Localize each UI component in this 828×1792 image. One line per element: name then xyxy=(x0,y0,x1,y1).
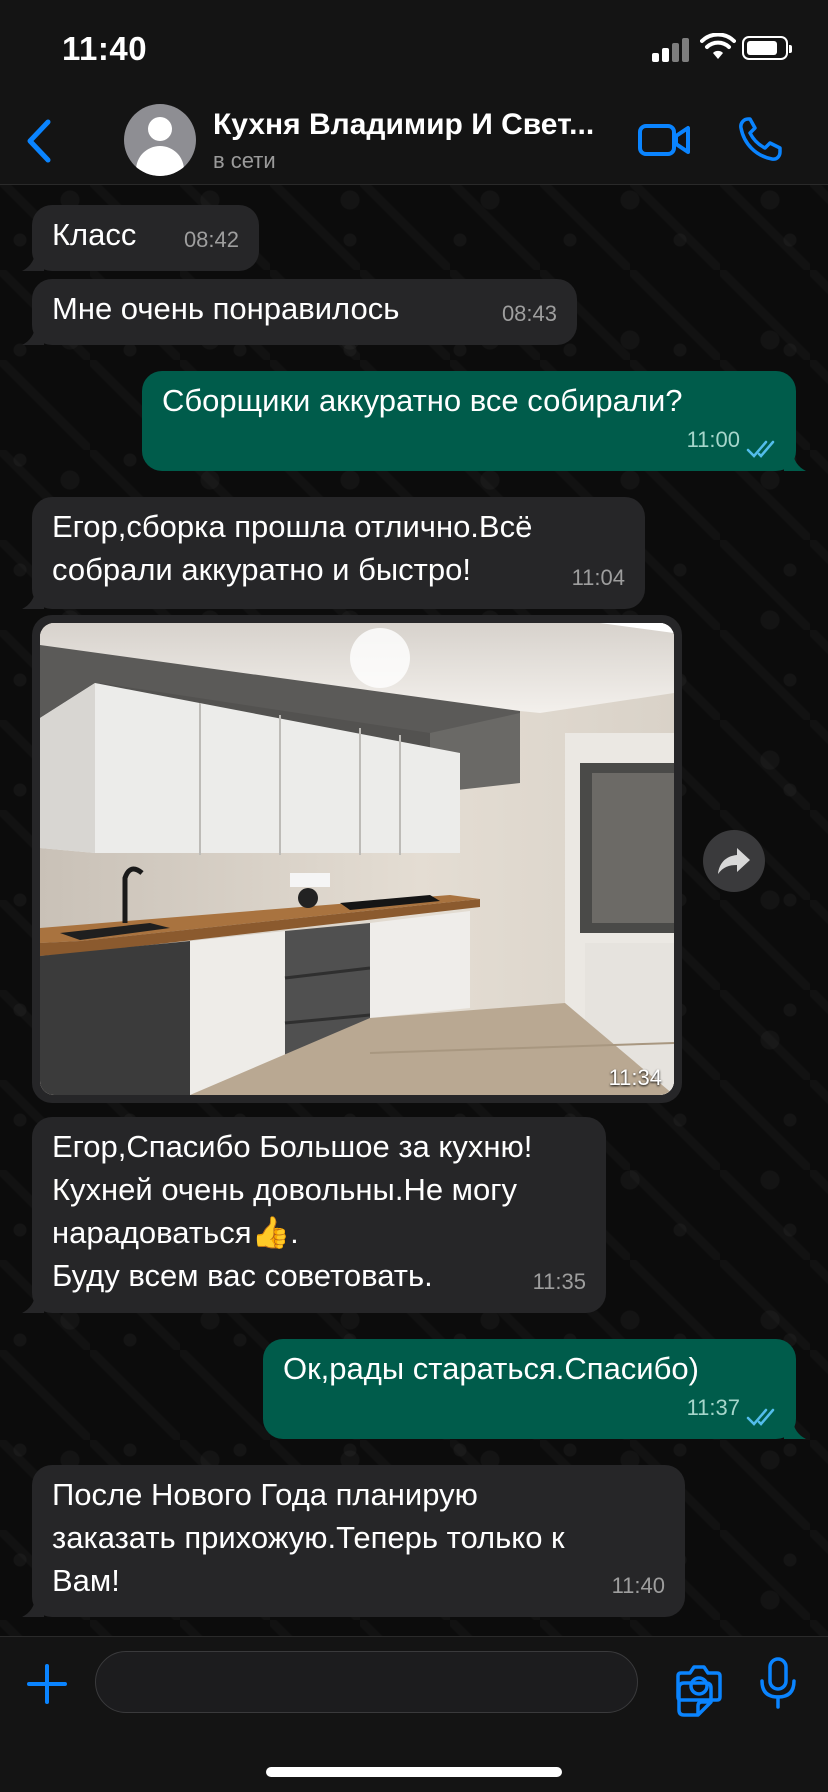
chat-header: Кухня Владимир И Свет... в сети xyxy=(0,98,828,185)
message-time: 11:40 xyxy=(611,1573,665,1598)
photo-time: 11:34 xyxy=(608,1065,662,1090)
cellular-signal-icon xyxy=(652,36,692,62)
message-text: После Нового Года планирую заказать прих… xyxy=(52,1477,565,1598)
composer-bar xyxy=(0,1636,828,1792)
wifi-icon xyxy=(700,33,736,59)
avatar[interactable] xyxy=(124,104,196,176)
read-receipt-icon xyxy=(746,440,775,458)
incoming-message[interactable]: Егор,Спасибо Большое за кухню! Кухней оч… xyxy=(22,1117,606,1313)
incoming-message[interactable]: Егор,сборка прошла отлично.Всё собрали а… xyxy=(22,497,645,609)
message-time: 11:37 xyxy=(686,1395,740,1420)
status-time: 11:40 xyxy=(62,30,148,67)
outgoing-message[interactable]: Сборщики аккуратно все собирали? 11:00 xyxy=(142,371,806,471)
outgoing-message[interactable]: Ок,рады стараться.Спасибо) 11:37 xyxy=(263,1339,806,1439)
incoming-message[interactable]: Класс 08:42 xyxy=(22,205,259,271)
message-text: Сборщики аккуратно все собирали? xyxy=(162,383,683,418)
forward-arrow-icon xyxy=(718,848,750,874)
message-text: Егор,сборка прошла отлично.Всё собрали а… xyxy=(52,509,533,587)
plus-icon[interactable] xyxy=(26,1663,68,1705)
message-input[interactable] xyxy=(95,1651,713,1717)
message-time: 08:43 xyxy=(501,301,557,326)
incoming-message[interactable]: После Нового Года планирую заказать прих… xyxy=(22,1465,685,1617)
battery-icon xyxy=(742,36,792,60)
message-time: 11:00 xyxy=(686,427,740,452)
message-list[interactable]: Класс 08:42 Мне очень понравилось 08:43 … xyxy=(0,185,828,1635)
message-text: Ок,рады стараться.Спасибо) xyxy=(283,1351,699,1386)
photo-message[interactable]: 11:34 xyxy=(32,615,682,1103)
message-time: 08:42 xyxy=(183,227,239,252)
home-indicator[interactable] xyxy=(266,1767,562,1777)
read-receipt-icon xyxy=(746,1408,775,1426)
microphone-icon[interactable] xyxy=(758,1657,798,1709)
message-text: Мне очень понравилось xyxy=(52,291,400,326)
video-call-icon[interactable] xyxy=(638,120,690,160)
chat-screen: 11:40 Кухня Владимир И Свет... в сети Кл… xyxy=(0,0,828,1792)
message-time: 11:35 xyxy=(532,1269,586,1294)
presence-status: в сети xyxy=(213,148,276,173)
status-bar: 11:40 xyxy=(0,0,828,98)
message-text: Егор,Спасибо Большое за кухню! Кухней оч… xyxy=(52,1129,533,1293)
forward-button[interactable] xyxy=(703,830,765,892)
contact-name[interactable]: Кухня Владимир И Свет... xyxy=(213,108,623,142)
incoming-message[interactable]: Мне очень понравилось 08:43 xyxy=(22,279,577,345)
phone-icon[interactable] xyxy=(738,116,782,162)
back-chevron-icon[interactable] xyxy=(24,118,54,164)
message-text: Класс xyxy=(52,217,137,252)
camera-icon[interactable] xyxy=(676,1663,722,1703)
kitchen-photo[interactable] xyxy=(40,623,674,1095)
message-time: 11:04 xyxy=(571,565,625,590)
